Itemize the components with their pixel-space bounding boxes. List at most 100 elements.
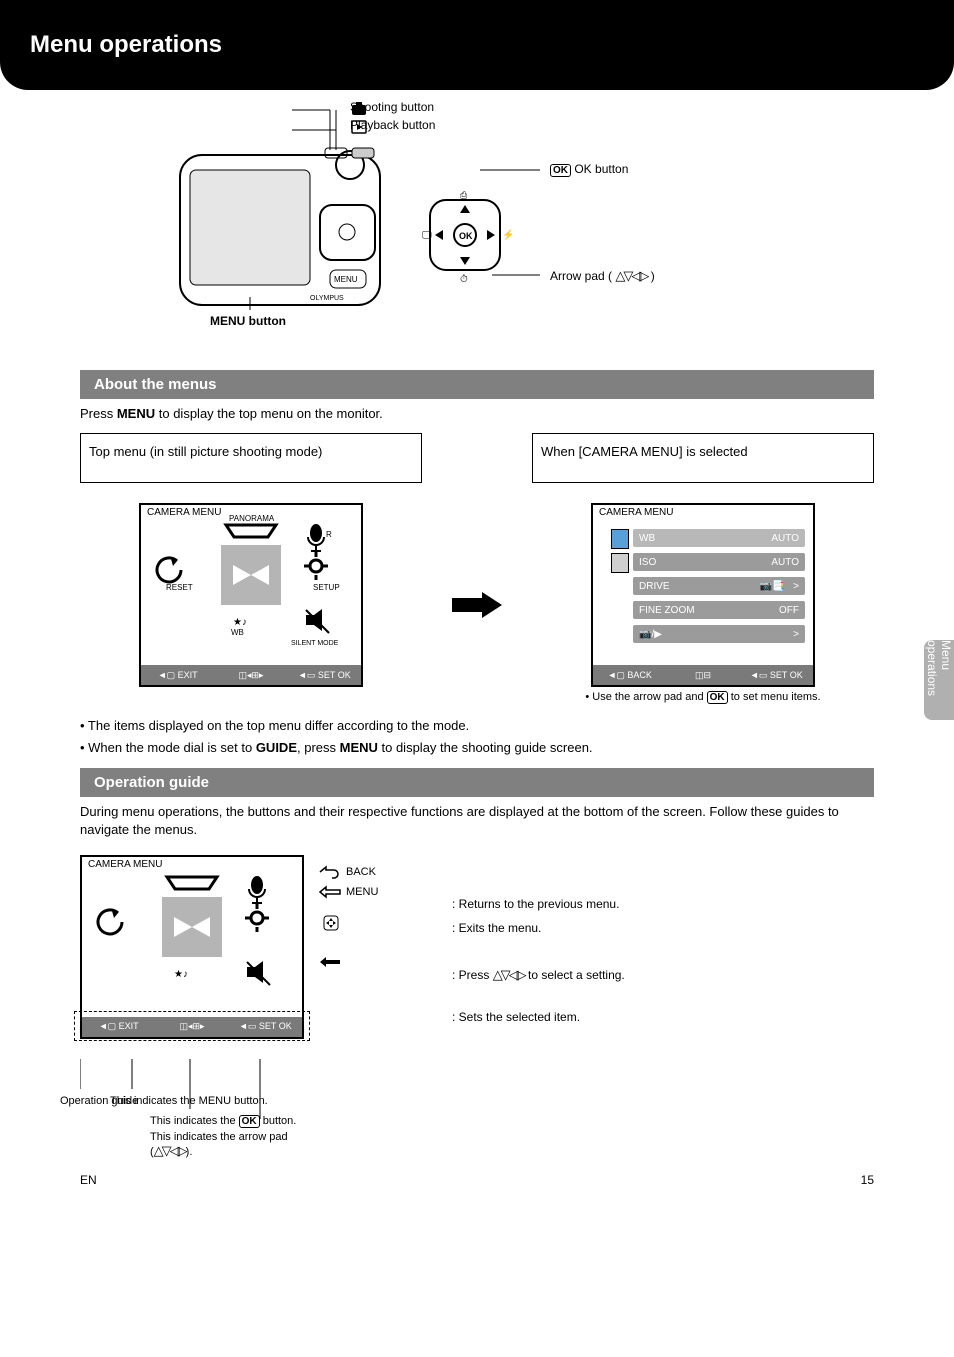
caption-right: • Use the arrow pad and OK to set menu i… xyxy=(573,691,833,703)
bb-ok: OK xyxy=(338,670,351,680)
back-icon xyxy=(318,865,342,879)
mini-menu-text: MENU xyxy=(346,886,378,898)
side-tab-text: Menu operations xyxy=(925,640,953,720)
svg-text:OLYMPUS: OLYMPUS xyxy=(310,295,344,302)
callout-menu-text: MENU button xyxy=(210,314,286,328)
about-menus-text: Press MENU to display the top menu on th… xyxy=(80,405,874,423)
camera-menu-label: When [CAMERA MENU] is selected xyxy=(532,433,874,483)
bb-back: BACK xyxy=(627,670,652,680)
lower-screen-wrap: CAMERA MENU ★♪ ◄▢ EXIT ◫◂⊞▸ ◄▭ SET OK xyxy=(80,855,304,1147)
svg-text:MENU: MENU xyxy=(334,275,358,284)
row-wb-val: AUTO xyxy=(771,533,799,544)
arrowpad-icon xyxy=(318,915,344,931)
row-fine: FINE ZOOM xyxy=(639,605,779,616)
og-menu-a: This indicates the xyxy=(110,1095,199,1107)
og-menu-b: button. xyxy=(231,1095,268,1107)
guide-icons: ★♪ xyxy=(82,867,302,1027)
bullet-1: • The items displayed on the top menu di… xyxy=(80,717,874,735)
banner-title: Menu operations xyxy=(30,31,222,59)
row-iso: ISO xyxy=(639,557,771,568)
top-menu-label: Top menu (in still picture shooting mode… xyxy=(80,433,422,483)
arrow-between xyxy=(452,585,502,625)
camera-icon xyxy=(350,100,368,118)
operation-intro: During menu operations, the buttons and … xyxy=(80,803,874,839)
og-ok: This indicates the OK button. xyxy=(150,1115,296,1127)
screen-guide: CAMERA MENU ★♪ ◄▢ EXIT ◫◂⊞▸ ◄▭ SET OK xyxy=(80,855,304,1039)
desc-back: : Returns to the previous menu. xyxy=(452,897,619,911)
svg-text:SILENT MODE: SILENT MODE xyxy=(291,640,339,647)
svg-text:⏱: ⏱ xyxy=(460,274,468,285)
lower-wrap: CAMERA MENU ★♪ ◄▢ EXIT ◫◂⊞▸ ◄▭ SET OK xyxy=(80,855,874,1147)
exit-icon xyxy=(318,885,342,899)
col-top-menu: Top menu (in still picture shooting mode… xyxy=(80,433,422,707)
arrow-pad-label: Arrow pad ( xyxy=(550,269,612,283)
footer-lang: EN xyxy=(80,1173,97,1187)
callout-shoot: Shooting button xyxy=(350,100,434,114)
txt-menu: MENU xyxy=(117,406,155,421)
camera-svg: MENU OLYMPUS OK ⎙ ⏱ 🖵 ⚡ xyxy=(80,100,860,340)
svg-text:SETUP: SETUP xyxy=(313,583,340,592)
svg-text:⚡: ⚡ xyxy=(502,228,514,241)
svg-text:OK: OK xyxy=(459,231,473,241)
row-iso-val: AUTO xyxy=(771,557,799,568)
bb-ok2: OK xyxy=(790,670,803,680)
og-arrow-b: ). xyxy=(186,1146,193,1158)
row-drive: DRIVE xyxy=(639,581,760,592)
svg-text:PANORAMA: PANORAMA xyxy=(229,515,275,523)
cap-b: to set menu items. xyxy=(731,691,821,703)
play-icon xyxy=(350,118,368,136)
page-banner: Menu operations xyxy=(0,0,954,90)
svg-text:RESET: RESET xyxy=(166,583,193,592)
footer-page: 15 xyxy=(861,1173,874,1187)
big-arrow-icon xyxy=(452,592,502,618)
desc-set: : Sets the selected item. xyxy=(452,1010,580,1024)
bb-set2: SET xyxy=(770,670,787,680)
section-about-menus: About the menus xyxy=(80,370,874,399)
screen-camera-menu: CAMERA MENU WB AUTO ISO AUTO DRIVE 📷📑 > … xyxy=(591,503,815,687)
desc-move-b: to select a setting. xyxy=(528,968,625,982)
arrow-pad-close: ) xyxy=(651,269,655,283)
callout-menu: MENU button xyxy=(210,314,286,328)
camera-diagram: MENU OLYMPUS OK ⎙ ⏱ 🖵 ⚡ xyxy=(80,100,874,340)
bb-set: SET xyxy=(318,670,335,680)
bullet-2: • When the mode dial is set to GUIDE, pr… xyxy=(80,739,874,757)
screen-top-menu: CAMERA MENU RESET PANORAMA R SETUP xyxy=(139,503,363,687)
bottom-bar: ◄▢ EXIT ◫◂⊞▸ ◄▭ SET OK xyxy=(141,665,361,685)
ok-icon: OK xyxy=(550,164,571,177)
top-menu-icons: RESET PANORAMA R SETUP ★♪ WB xyxy=(141,515,361,675)
col-camera-menu: When [CAMERA MENU] is selected CAMERA ME… xyxy=(532,433,874,707)
row-wb: WB xyxy=(639,533,771,544)
svg-text:WB: WB xyxy=(231,628,244,637)
svg-text:⎙: ⎙ xyxy=(460,190,468,200)
guide-descriptions: : Returns to the previous menu. : Exits … xyxy=(452,855,874,1147)
og-menu: This indicates the MENU button. xyxy=(110,1095,268,1107)
callout-play: Playback button xyxy=(350,118,435,132)
desc-exit: : Exits the menu. xyxy=(452,921,541,935)
mini-back-text: BACK xyxy=(346,866,376,878)
svg-text:R: R xyxy=(326,530,332,539)
og-ok-a: This indicates the xyxy=(150,1115,239,1127)
callout-ok: OK OK button xyxy=(550,162,628,176)
og-arrow-sym: △▽◁▷ xyxy=(154,1143,186,1158)
ok-icon-small: OK xyxy=(707,691,728,704)
desc-move-a: : Press xyxy=(452,968,493,982)
callout-arrow-pad: Arrow pad ( △▽◁▷ ) xyxy=(550,268,655,284)
row-dzoom-val: > xyxy=(793,629,799,640)
desc-move-sym: △▽◁▷ xyxy=(493,967,525,982)
og-labels: Operation guide This indicates the MENU … xyxy=(80,1067,304,1147)
cap-a: • Use the arrow pad and xyxy=(585,691,706,703)
guide-mini-icons: BACK MENU xyxy=(318,855,438,1045)
section-operation-guide: Operation guide xyxy=(80,768,874,797)
row-fine-val: OFF xyxy=(779,605,799,616)
arrow-pad-symbols: △▽◁▷ xyxy=(615,268,647,283)
svg-text:🖵: 🖵 xyxy=(422,230,432,241)
txt-b: to display the top menu on the monitor. xyxy=(159,406,383,421)
screens-row: Top menu (in still picture shooting mode… xyxy=(80,433,874,707)
side-tab: Menu operations xyxy=(924,640,954,720)
bottom-bar-2: ◄▢ BACK ◫⊟ ◄▭ SET OK xyxy=(593,665,813,685)
page-footer: EN 15 xyxy=(80,1173,874,1187)
bb-exit: EXIT xyxy=(178,670,198,680)
set-icon xyxy=(318,955,342,969)
screen-title-2: CAMERA MENU xyxy=(599,507,673,518)
dashed-box xyxy=(74,1011,310,1041)
